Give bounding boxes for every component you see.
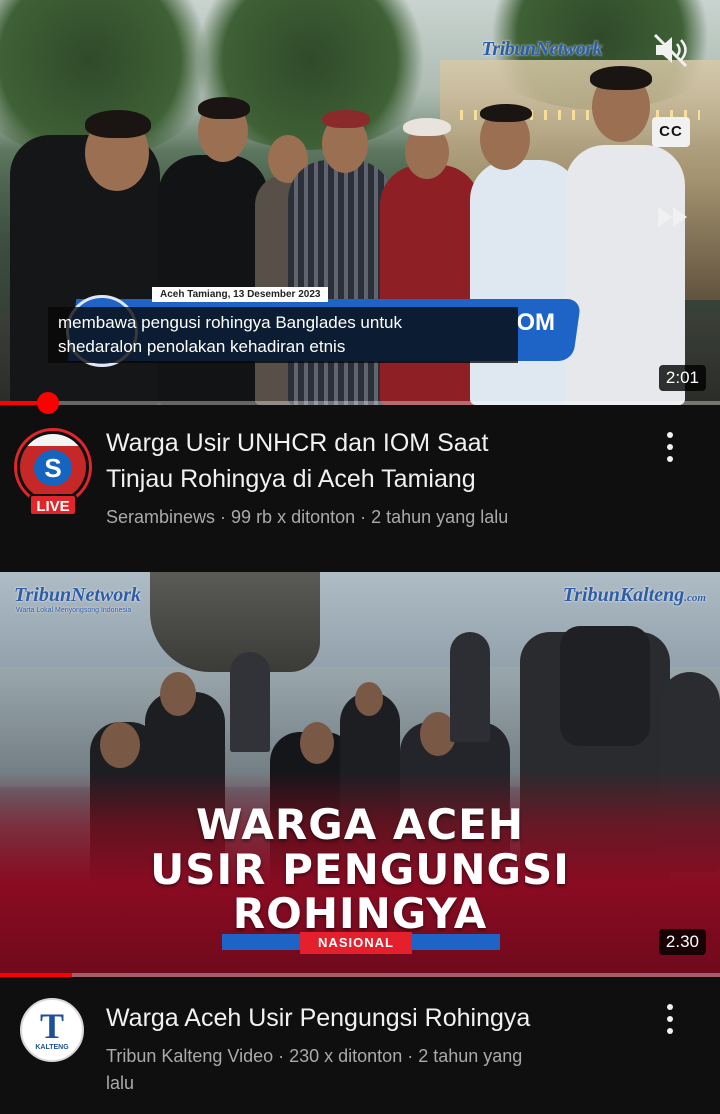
duration-badge: 2:01 [658, 365, 706, 391]
more-vert-icon[interactable] [660, 1002, 680, 1038]
avatar-text: KALTENG [35, 1044, 69, 1051]
closed-captions-icon[interactable]: CC [652, 117, 690, 147]
watermark-tagline: Warta Lokal Menyongsong Indonesia [16, 607, 132, 614]
avatar-image: S [20, 434, 86, 500]
video-title-line2[interactable]: Tinjau Rohingya di Aceh Tamiang [106, 462, 476, 496]
divider [0, 560, 720, 572]
person-hair [480, 104, 532, 122]
video-meta-1[interactable]: S LIVE Warga Usir UNHCR dan IOM Saat Tin… [0, 410, 720, 560]
watch-progress-bar [0, 973, 720, 977]
more-vert-icon[interactable] [660, 430, 680, 466]
category-tag: NASIONAL [300, 932, 412, 954]
video-subtitle: Serambinews · 99 rb x ditonton · 2 tahun… [106, 507, 509, 527]
avatar-letter: S [34, 450, 72, 486]
person [288, 160, 393, 405]
lower-third-date: Aceh Tamiang, 13 Desember 2023 [152, 287, 329, 302]
video-title[interactable]: Warga Aceh Usir Pengungsi Rohingya [106, 1001, 530, 1035]
video-subtitle: Tribun Kalteng Video · 230 x ditonton · … [106, 1046, 523, 1066]
person-hair [198, 97, 250, 119]
video-subtitle-line2: lalu [106, 1073, 135, 1093]
video-thumbnail-2[interactable]: TribunNetwork Warta Lokal Menyongsong In… [0, 572, 720, 977]
person [380, 165, 480, 405]
caption-line: shedaralon penolakan kehadiran etnis [58, 337, 346, 356]
avatar-letter: T [39, 1006, 64, 1046]
person-head [300, 722, 334, 764]
watermark-text: TribunKalteng [562, 584, 685, 606]
person-bundle [560, 626, 650, 746]
person [158, 155, 268, 405]
channel-avatar[interactable]: S LIVE [14, 428, 92, 516]
person-head [160, 672, 196, 716]
lower-third-text: OM [516, 309, 555, 336]
progress-bar[interactable] [0, 401, 720, 405]
caption-line: membawa pengusi rohingya Banglades untuk [58, 313, 403, 332]
headline-line: USIR PENGUNGSI [150, 845, 570, 894]
video-title[interactable]: Warga Usir UNHCR dan IOM Saat [106, 426, 489, 460]
headline-line: ROHINGYA [232, 889, 488, 938]
headline-line: WARGA ACEH [195, 800, 525, 849]
watermark-suffix: .com [684, 592, 706, 604]
tribunnetwork-watermark: TribunNetwork Warta Lokal Menyongsong In… [14, 584, 141, 614]
person-head [355, 682, 383, 716]
person-hair [85, 110, 151, 138]
tribunnetwork-watermark: TribunNetwork [481, 38, 602, 60]
fast-forward-icon[interactable] [656, 205, 690, 229]
tribunkalteng-watermark: TribunKalteng.com [563, 584, 706, 607]
person-cap [403, 118, 451, 136]
person-head [100, 722, 140, 768]
video-caption: membawa pengusi rohingya Banglades untuk… [48, 307, 518, 363]
live-badge: LIVE [29, 494, 77, 516]
watermark-text: TribunNetwork [14, 584, 142, 606]
person [450, 632, 490, 742]
video-player-1[interactable]: TribunNetwork CC Aceh Tamiang, 13 Desemb… [0, 0, 720, 405]
mute-icon[interactable] [650, 30, 690, 70]
person-hair [590, 66, 652, 90]
person-cap [322, 110, 370, 128]
watch-progress-fill [0, 973, 72, 977]
channel-avatar[interactable]: T KALTENG [20, 998, 84, 1062]
person [230, 652, 270, 752]
person [470, 160, 580, 405]
duration-badge: 2.30 [658, 929, 706, 955]
